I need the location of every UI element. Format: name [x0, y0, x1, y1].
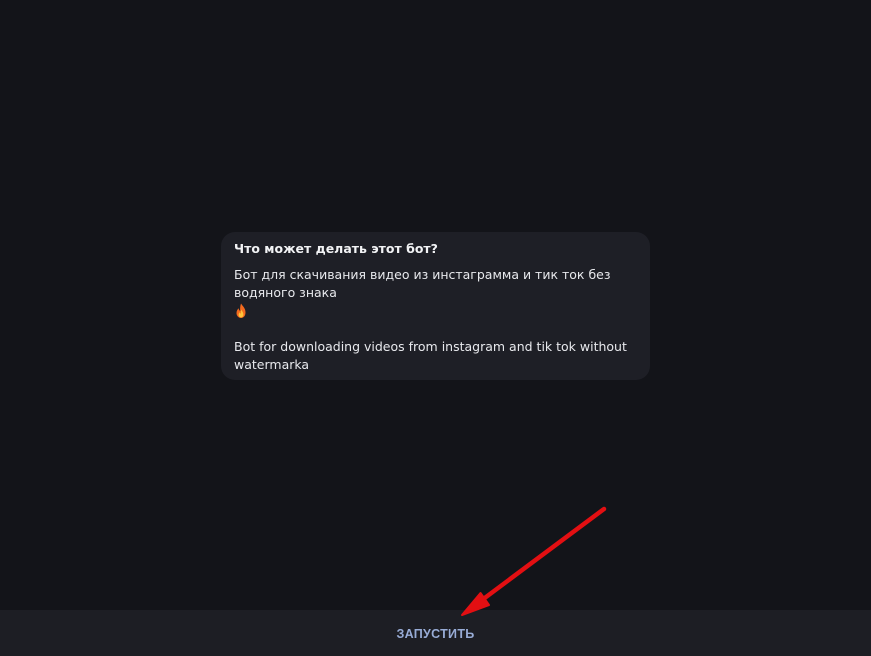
fire-icon: [236, 303, 246, 318]
bot-description-en-line1: Bot for downloading videos from instagra…: [234, 339, 627, 354]
bottom-action-bar: ЗАПУСТИТЬ: [0, 610, 871, 656]
bot-description-ru-line1: Бот для скачивания видео из инстаграмма …: [234, 267, 611, 282]
bot-description-en-line2: watermarka: [234, 357, 310, 372]
start-button[interactable]: ЗАПУСТИТЬ: [376, 619, 494, 649]
bot-info-title: Что может делать этот бот?: [234, 241, 438, 256]
chat-area: Что может делать этот бот? Бот для скачи…: [0, 0, 871, 610]
fire-emoji-row: [234, 302, 637, 320]
bot-description-ru-line2: водяного знака: [234, 285, 337, 300]
bot-info-card: Что может делать этот бот? Бот для скачи…: [221, 232, 650, 380]
